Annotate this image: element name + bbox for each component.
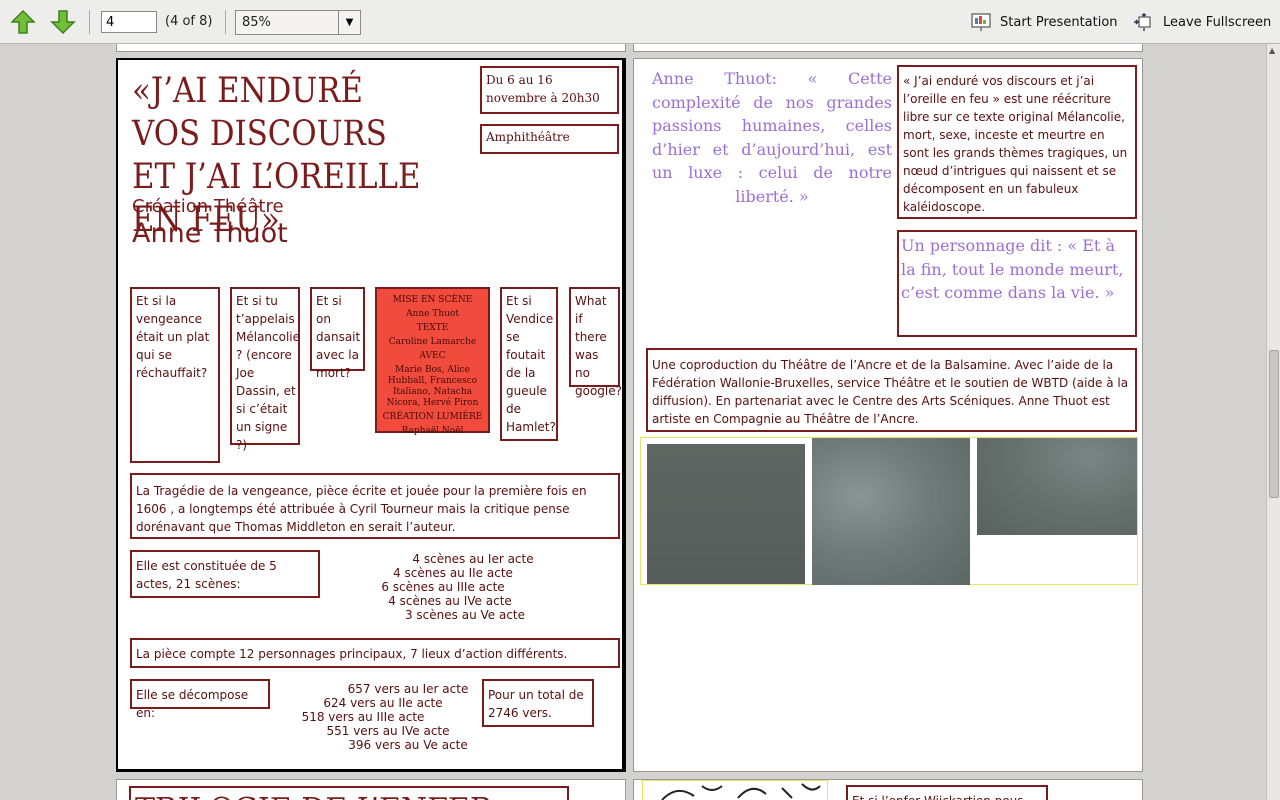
next-page-button[interactable] [48,8,78,36]
credits-line: Anne Thuot [406,309,459,319]
question-box: What if there was no google? [569,287,622,398]
credits-line: Caroline Lamarche [388,337,477,347]
leave-fullscreen-label: Leave Fullscreen [1163,14,1272,30]
zoom-value: 85% [242,15,271,30]
credits-line: Marie Bos, Alice Hubball, Francesco Ital… [386,365,479,408]
next-heading-box: TRILOGIE DE L’ENFER [129,786,569,800]
acts-label: Elle est constituée de 5 actes, 21 scène… [136,559,277,591]
next-heading: TRILOGIE DE L’ENFER [135,792,492,800]
scroll-up-icon[interactable]: ▲ [1269,46,1275,55]
question-box: Et si la vengeance était un plat qui se … [130,287,220,463]
next-question-text: Et si l’enfer Wiickartien nous [848,789,1046,800]
presentation-icon [971,13,991,31]
venue-text: Amphithéâtre [486,130,570,144]
chevron-down-icon[interactable]: ▼ [338,11,360,34]
tragedy-text: La Tragédie de la vengeance, pièce écrit… [136,484,587,534]
acts-label-box: Elle est constituée de 5 actes, 21 scène… [130,550,320,598]
act-line: 4 scènes au IIe acte [393,566,513,580]
previous-page-left [116,44,626,52]
coproduction-text: Une coproduction du Théâtre de l’Ancre e… [652,358,1129,426]
total-text: Pour un total de 2746 vers. [488,688,584,720]
character-quote-box: Un personnage dit : « Et à la fin, tout … [897,230,1137,337]
question-text: Et si Vendice se foutait de la gueule de… [506,294,556,434]
verse-line: 396 vers au Ve acte [348,738,468,752]
next-page-right: Et si l’enfer Wiickartien nous [633,779,1143,800]
tragedy-box: La Tragédie de la vengeance, pièce écrit… [130,473,620,539]
venue-box: Amphithéâtre [480,124,619,154]
toolbar-separator [89,10,90,34]
start-presentation-label: Start Presentation [1000,14,1118,30]
act-line: 4 scènes au IVe acte [388,594,512,608]
verses-label-box: Elle se décompose en: [130,679,270,720]
question-box: Et si on dansait avec la mort? [310,287,365,380]
credits-line: AVEC [419,351,446,361]
author-quote: Anne Thuot: « Cette complexité de nos gr… [652,69,892,206]
question-text: Et si tu t’appelais Mélancolie ? (encore… [236,294,301,452]
act-line: 6 scènes au IIIe acte [381,580,505,594]
author-name: Anne Thuot [132,218,288,249]
toolbar: (4 of 8) 85% ▼ Start Presentation Leave … [0,0,1280,44]
verse-line: 657 vers au Ier acte [347,682,469,696]
total-box: Pour un total de 2746 vers. [482,679,594,727]
zoom-select[interactable]: 85% ▼ [235,10,361,35]
arrow-down-icon [50,10,76,35]
credits-box: MISE EN SCÈNE Anne Thuot TEXTE Caroline … [375,287,490,436]
photo [647,444,805,584]
question-text: Et si la vengeance était un plat qui se … [136,294,210,380]
scrollbar-thumb[interactable] [1269,350,1279,498]
page-right: Anne Thuot: « Cette complexité de nos gr… [633,58,1143,772]
sketch-image [642,780,828,800]
verse-line: 518 vers au IIIe acte [301,710,425,724]
page-count-label: (4 of 8) [165,14,213,29]
rewrite-box: « J’ai enduré vos discours et j’ai l’ore… [897,65,1137,219]
next-question-box: Et si l’enfer Wiickartien nous [846,785,1048,800]
credits-line: TEXTE [416,323,449,333]
acts-list: 4 scènes au Ier acte 4 scènes au IIe act… [318,552,588,622]
credits-line: CRÉATION LUMIÈRE [382,412,483,422]
characters-box: La pièce compte 12 personnages principau… [130,638,620,668]
question-box: Et si tu t’appelais Mélancolie ? (encore… [230,287,300,452]
date-text: Du 6 au 16 novembre à 20h30 [486,73,600,105]
photo [812,438,970,585]
rewrite-text: « J’ai enduré vos discours et j’ai l’ore… [903,74,1128,214]
previous-page-right [633,44,1143,52]
next-page-left: TRILOGIE DE L’ENFER [116,779,626,800]
verses-label: Elle se décompose en: [136,688,249,720]
question-text: Et si on dansait avec la mort? [316,294,361,380]
act-line: 3 scènes au Ve acte [404,608,526,622]
credits-line: MISE EN SCÈNE [392,295,473,305]
toolbar-separator [225,10,226,34]
credits-line: Raphaël Noël [401,426,464,436]
act-line: 4 scènes au Ier acte [412,552,534,566]
vertical-scrollbar[interactable]: ▲ [1266,44,1280,800]
page-left: «J’AI ENDURÉ VOS DISCOURS ET J’AI L’OREI… [116,58,626,772]
verse-line: 624 vers au IIe acte [323,696,443,710]
subtitle: Création Théâtre [132,196,284,217]
photo-strip [640,437,1138,585]
start-presentation-button[interactable]: Start Presentation [970,12,1118,32]
arrow-up-icon [10,9,36,34]
coproduction-box: Une coproduction du Théâtre de l’Ancre e… [646,348,1137,432]
leave-fullscreen-icon [1134,13,1151,31]
page-number-input[interactable] [101,11,157,33]
question-text: What if there was no google? [575,294,623,398]
verses-list: 657 vers au Ier acte 624 vers au IIe act… [278,682,488,752]
date-box: Du 6 au 16 novembre à 20h30 [480,66,619,114]
question-box: Et si Vendice se foutait de la gueule de… [500,287,558,441]
character-quote-text: Un personnage dit : « Et à la fin, tout … [901,236,1124,302]
photo [977,438,1137,535]
leave-fullscreen-button[interactable]: Leave Fullscreen [1133,12,1271,32]
previous-page-button[interactable] [8,8,38,36]
characters-text: La pièce compte 12 personnages principau… [136,647,568,661]
verse-line: 551 vers au IVe acte [326,724,450,738]
